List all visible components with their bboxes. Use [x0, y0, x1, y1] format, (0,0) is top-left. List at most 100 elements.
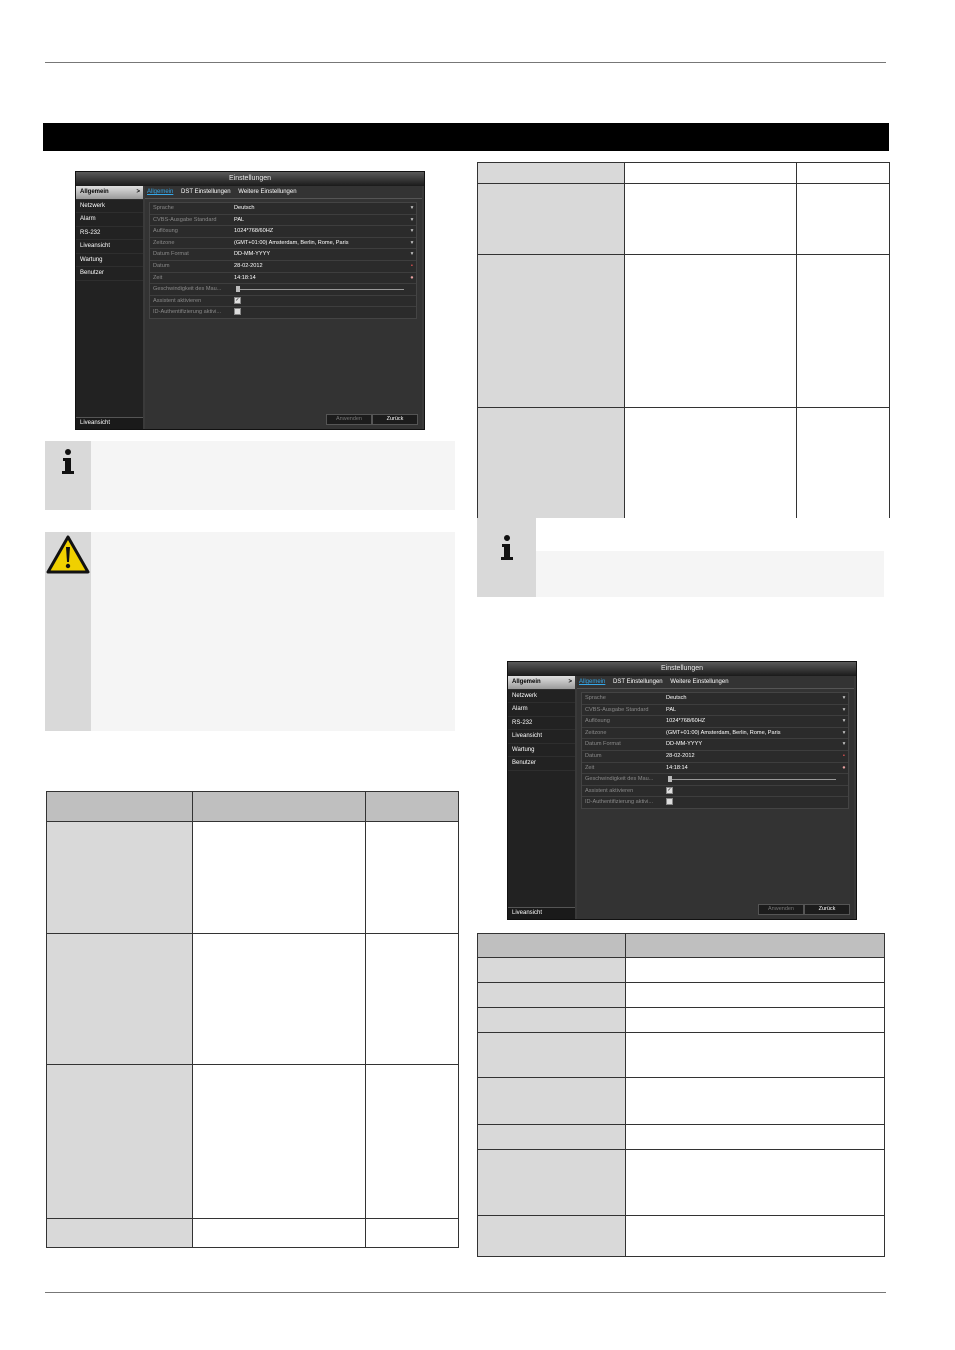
back-button[interactable]: Zurück — [372, 414, 418, 425]
dvr-sidebar: Allgemein Netzwerk Alarm RS-232 Liveansi… — [76, 186, 143, 429]
table-cell — [192, 933, 366, 1065]
sidebar-item-wartung[interactable]: Wartung — [508, 744, 575, 757]
tab-weitere[interactable]: Weitere Einstellungen — [238, 189, 296, 195]
row-zeit[interactable]: Zeit 14:18:14 ● — [150, 272, 416, 285]
id-auth-checkbox[interactable] — [234, 308, 241, 316]
settings-list: Sprache Deutsch ▾ CVBS-Ausgabe Standard PAL… — [581, 692, 849, 809]
label: Geschwindigkeit des Mau... — [585, 776, 654, 783]
table-cell — [365, 821, 459, 934]
row-datum-format[interactable]: Datum Format DD-MM-YYYY ▾ — [150, 249, 416, 261]
row-assistent[interactable]: Assistent aktivieren ✓ — [582, 785, 848, 798]
table-left — [46, 791, 459, 1248]
tab-allgemein[interactable]: Allgemein — [579, 679, 605, 685]
sidebar-item-rs232[interactable]: RS-232 — [76, 227, 143, 240]
id-auth-checkbox[interactable] — [666, 798, 673, 806]
table-cell — [796, 407, 890, 518]
row-maus[interactable]: Geschwindigkeit des Mau... — [150, 284, 416, 296]
label: Zeitzone — [585, 729, 607, 736]
row-cvbs[interactable]: CVBS-Ausgabe Standard PAL ▾ — [582, 704, 848, 717]
table-cell — [477, 1124, 626, 1150]
sidebar-item-benutzer[interactable]: Benutzer — [76, 267, 143, 281]
row-zeitzone[interactable]: Zeitzone (GMT+01:00) Amsterdam, Berlin, R… — [582, 727, 848, 740]
label: CVBS-Ausgabe Standard — [153, 216, 217, 223]
sidebar-item-allgemein[interactable]: Allgemein — [76, 186, 143, 200]
apply-button[interactable]: Anwenden — [326, 414, 372, 425]
mouse-speed-slider[interactable] — [666, 774, 840, 785]
clock-icon[interactable]: ● — [840, 763, 848, 774]
table-cell — [477, 254, 625, 408]
dvr-tabs: Allgemein DST Einstellungen Weitere Eins… — [145, 186, 422, 199]
row-zeitzone[interactable]: Zeitzone (GMT+01:00) Amsterdam, Berlin, R… — [150, 237, 416, 250]
sidebar-item-netzwerk[interactable]: Netzwerk — [76, 200, 143, 213]
dropdown-icon[interactable]: ▾ — [840, 705, 848, 716]
tab-allgemein[interactable]: Allgemein — [147, 189, 173, 195]
label: CVBS-Ausgabe Standard — [585, 706, 649, 713]
label: Sprache — [153, 205, 174, 211]
sidebar-item-alarm[interactable]: Alarm — [76, 213, 143, 227]
table-cell — [46, 821, 193, 934]
table-cell — [46, 1064, 193, 1219]
clock-icon[interactable]: ● — [408, 273, 416, 284]
sidebar-item-allgemein[interactable]: Allgemein — [508, 676, 575, 690]
label: Assistent aktivieren — [153, 297, 202, 304]
value: 1024*768/60HZ — [666, 718, 706, 725]
sidebar-liveansicht-button[interactable]: Liveansicht — [76, 417, 143, 429]
sidebar-item-benutzer[interactable]: Benutzer — [508, 757, 575, 771]
tab-dst[interactable]: DST Einstellungen — [181, 189, 231, 195]
dropdown-icon[interactable]: ▾ — [408, 249, 416, 260]
dvr-main-panel: Allgemein DST Einstellungen Weitere Eins… — [577, 676, 854, 919]
dropdown-icon[interactable]: ▾ — [408, 215, 416, 226]
table-cell — [477, 183, 625, 255]
table-header-cell — [192, 791, 366, 822]
value: DD-MM-YYYY — [234, 251, 271, 258]
row-id-auth[interactable]: ID-Authentifizierung aktivi... — [582, 797, 848, 808]
row-datum[interactable]: Datum 28-02-2012 ▪ — [582, 750, 848, 763]
dvr-title: Einstellungen — [508, 662, 856, 676]
dropdown-icon[interactable]: ▾ — [840, 728, 848, 739]
dropdown-icon[interactable]: ▾ — [840, 716, 848, 727]
table-cell — [625, 982, 885, 1008]
note-box-1 — [45, 441, 455, 510]
sidebar-item-wartung[interactable]: Wartung — [76, 254, 143, 267]
dropdown-icon[interactable]: ▾ — [840, 693, 848, 704]
dropdown-icon[interactable]: ▾ — [408, 238, 416, 249]
dvr-settings-screenshot-2: Einstellungen Allgemein Netzwerk Alarm R… — [507, 661, 857, 920]
assistent-checkbox[interactable]: ✓ — [666, 786, 673, 794]
row-sprache[interactable]: Sprache Deutsch ▾ — [582, 693, 848, 705]
info-icon — [62, 449, 74, 474]
row-id-auth[interactable]: ID-Authentifizierung aktivi... — [150, 307, 416, 318]
dropdown-icon[interactable]: ▾ — [408, 226, 416, 237]
row-maus[interactable]: Geschwindigkeit des Mau... — [582, 774, 848, 786]
row-datum[interactable]: Datum 28-02-2012 ▪ — [150, 260, 416, 273]
table-header-cell — [477, 162, 625, 184]
back-button[interactable]: Zurück — [804, 904, 850, 915]
sidebar-item-liveansicht[interactable]: Liveansicht — [508, 730, 575, 744]
sidebar-item-netzwerk[interactable]: Netzwerk — [508, 690, 575, 703]
row-aufloesung[interactable]: Auflösung 1024*768/60HZ ▾ — [582, 716, 848, 728]
assistent-checkbox[interactable]: ✓ — [234, 296, 241, 304]
tab-weitere[interactable]: Weitere Einstellungen — [670, 679, 728, 685]
table-right-bottom — [477, 933, 885, 1257]
slider-handle[interactable] — [668, 776, 672, 783]
sidebar-liveansicht-button[interactable]: Liveansicht — [508, 907, 575, 919]
row-assistent[interactable]: Assistent aktivieren ✓ — [150, 295, 416, 308]
row-datum-format[interactable]: Datum Format DD-MM-YYYY ▾ — [582, 739, 848, 751]
dvr-main-panel: Allgemein DST Einstellungen Weitere Eins… — [145, 186, 422, 429]
table-cell — [477, 407, 625, 518]
calendar-icon[interactable]: ▪ — [840, 751, 848, 762]
row-cvbs[interactable]: CVBS-Ausgabe Standard PAL ▾ — [150, 214, 416, 227]
sidebar-item-alarm[interactable]: Alarm — [508, 703, 575, 717]
dropdown-icon[interactable]: ▾ — [408, 203, 416, 214]
mouse-speed-slider[interactable] — [234, 284, 408, 295]
slider-handle[interactable] — [236, 286, 240, 293]
tab-dst[interactable]: DST Einstellungen — [613, 679, 663, 685]
sidebar-item-rs232[interactable]: RS-232 — [508, 717, 575, 730]
sidebar-item-liveansicht[interactable]: Liveansicht — [76, 240, 143, 254]
row-zeit[interactable]: Zeit 14:18:14 ● — [582, 762, 848, 775]
calendar-icon[interactable]: ▪ — [408, 261, 416, 272]
apply-button[interactable]: Anwenden — [758, 904, 804, 915]
header-rule — [45, 62, 886, 63]
dropdown-icon[interactable]: ▾ — [840, 739, 848, 750]
row-aufloesung[interactable]: Auflösung 1024*768/60HZ ▾ — [150, 226, 416, 238]
row-sprache[interactable]: Sprache Deutsch ▾ — [150, 203, 416, 215]
